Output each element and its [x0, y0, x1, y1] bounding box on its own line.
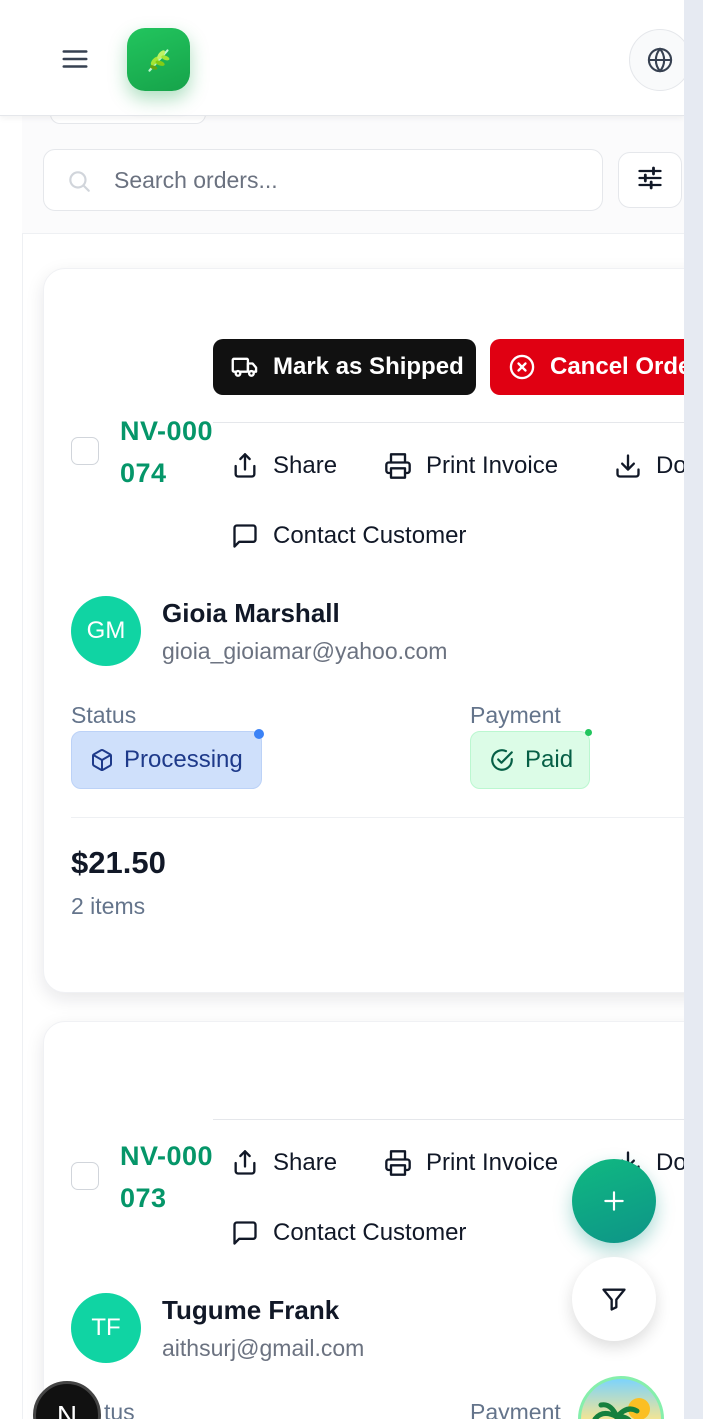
contact-customer-label: Contact Customer — [273, 1219, 467, 1246]
message-square-icon — [233, 1221, 257, 1245]
download-icon — [616, 454, 640, 478]
contact-customer-menu-item[interactable]: Contact Customer — [231, 516, 466, 556]
share-label: Share — [273, 1149, 338, 1176]
customer-email: gioia_gioiamar@yahoo.com — [162, 638, 448, 664]
download-label: Do — [656, 1149, 684, 1176]
print-invoice-menu-item[interactable]: Print Invoice — [384, 1143, 558, 1183]
order-total: $21.50 — [71, 845, 166, 880]
x-circle-icon — [509, 354, 535, 380]
filter-button[interactable] — [572, 1257, 656, 1341]
payment-label: Payment — [470, 702, 561, 728]
share-menu-item[interactable]: Share — [231, 1143, 337, 1183]
language-button[interactable] — [629, 29, 684, 91]
menu-button[interactable] — [54, 38, 96, 80]
order-id[interactable]: NV-000074 — [120, 410, 216, 494]
check-circle-icon — [491, 749, 513, 771]
payment-value: Paid — [525, 746, 574, 773]
message-square-icon — [233, 524, 257, 548]
customer-name: Gioia Marshall — [162, 598, 340, 628]
actions-divider — [213, 422, 684, 423]
actions-divider — [213, 1119, 684, 1120]
print-invoice-label: Print Invoice — [426, 1149, 559, 1176]
status-indicator-dot — [254, 729, 264, 739]
contact-customer-menu-item[interactable]: Contact Customer — [231, 1213, 466, 1253]
mark-as-shipped-button[interactable]: Mark as Shipped — [213, 339, 476, 395]
print-invoice-menu-item[interactable]: Print Invoice — [384, 446, 558, 486]
print-invoice-label: Print Invoice — [426, 452, 559, 479]
share-label: Share — [273, 452, 338, 479]
top-app-bar — [0, 0, 684, 116]
order-id[interactable]: NV-000073 — [120, 1135, 216, 1219]
page-scrollbar[interactable] — [684, 0, 703, 1419]
package-icon — [92, 749, 112, 771]
share-icon — [234, 1150, 256, 1175]
order-items-count: 2 items — [71, 893, 146, 919]
truck-icon — [231, 357, 258, 377]
order-select-checkbox[interactable] — [71, 1162, 99, 1190]
status-value: Processing — [124, 746, 243, 773]
download-label: Do — [656, 452, 684, 479]
download-menu-item[interactable]: Do — [614, 446, 684, 486]
printer-icon — [385, 1150, 411, 1176]
sliders-icon — [636, 164, 664, 197]
plus-icon — [604, 1191, 624, 1211]
search-icon — [66, 168, 92, 199]
add-order-button[interactable] — [572, 1159, 656, 1243]
customer-name: Tugume Frank — [162, 1295, 340, 1325]
card-divider — [71, 817, 684, 818]
leaf-logo-icon — [147, 48, 169, 72]
payment-indicator-dot — [585, 729, 592, 736]
share-menu-item[interactable]: Share — [231, 446, 337, 486]
status-label: tus — [104, 1399, 135, 1419]
payment-label: Payment — [470, 1399, 561, 1419]
order-select-checkbox[interactable] — [71, 437, 99, 465]
cancel-order-button[interactable]: Cancel Orde — [490, 339, 684, 395]
contact-customer-label: Contact Customer — [273, 522, 467, 549]
avatar: GM — [71, 596, 141, 666]
menu-icon — [62, 50, 88, 68]
search-box[interactable] — [43, 149, 603, 211]
customer-email: aithsurj@gmail.com — [162, 1335, 365, 1361]
printer-icon — [385, 453, 411, 479]
status-label: Status — [71, 702, 137, 728]
filter-icon — [602, 1288, 626, 1311]
app-logo[interactable] — [127, 28, 190, 91]
share-icon — [234, 453, 256, 478]
app-viewport: Mark as Shipped Cancel Orde NV-000074 Sh… — [0, 0, 684, 1419]
globe-icon — [647, 47, 673, 73]
mark-as-shipped-label: Mark as Shipped — [273, 353, 464, 380]
advanced-filter-button[interactable] — [618, 152, 682, 208]
payment-badge[interactable]: Paid — [470, 729, 592, 789]
cancel-order-label: Cancel Orde — [550, 353, 684, 380]
status-badge[interactable]: Processing — [71, 729, 264, 789]
avatar: TF — [71, 1293, 141, 1363]
search-input[interactable] — [114, 150, 584, 210]
